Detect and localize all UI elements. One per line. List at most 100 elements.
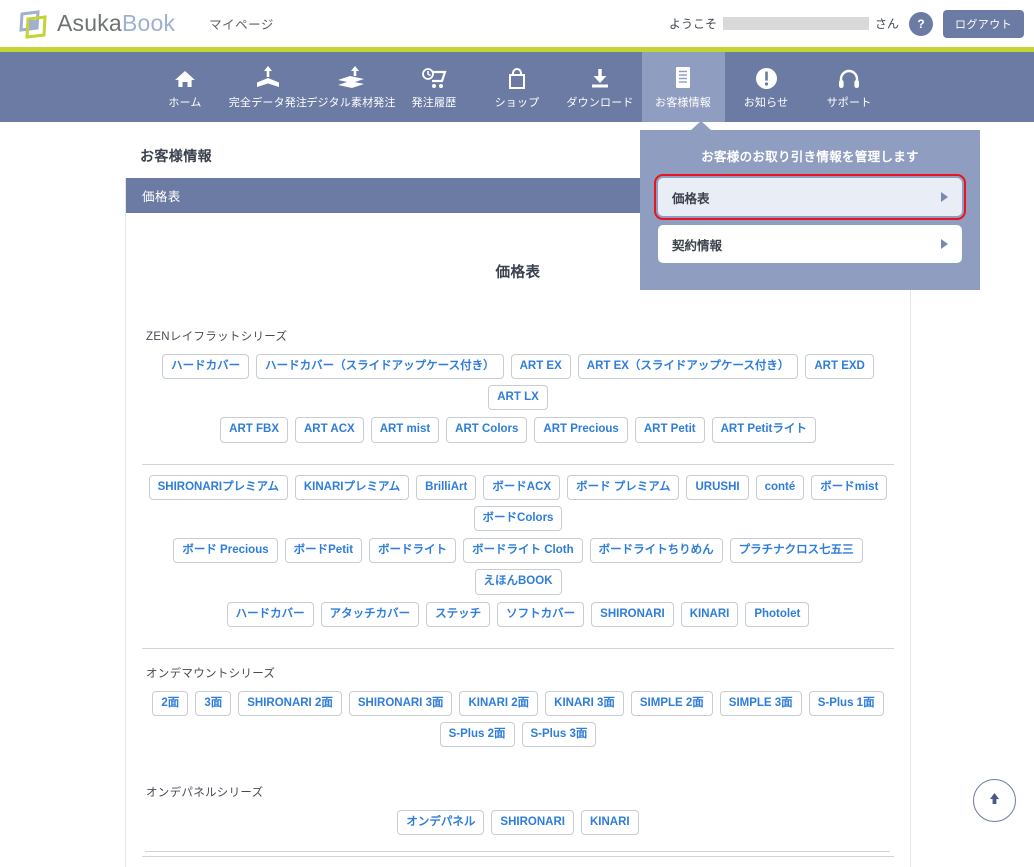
product-button[interactable]: アタッチカバー bbox=[321, 602, 420, 627]
nav-item-label: サポート bbox=[827, 94, 872, 110]
nav-item-label: ホーム bbox=[168, 94, 201, 110]
brand-logo[interactable]: AsukaBook bbox=[18, 9, 175, 39]
product-button-row: オンデパネル SHIRONARI KINARI bbox=[142, 810, 894, 835]
product-button[interactable]: KINARI 2面 bbox=[459, 691, 538, 716]
nav-item-4[interactable]: 発注履歴 bbox=[393, 52, 476, 122]
product-button[interactable]: ソフトカバー bbox=[497, 602, 584, 627]
product-button[interactable]: SHIRONARI 3面 bbox=[349, 691, 453, 716]
product-button[interactable]: ハードカバー（スライドアップケース付き） bbox=[256, 354, 503, 379]
product-button[interactable]: URUSHI bbox=[686, 475, 748, 500]
product-button[interactable]: SHIRONARI bbox=[591, 602, 674, 627]
product-group-3: オンデマウントシリーズ2面3面SHIRONARI 2面SHIRONARI 3面K… bbox=[142, 649, 894, 768]
product-button[interactable]: SIMPLE 3面 bbox=[720, 691, 802, 716]
nav-item-7[interactable]: お客様情報 bbox=[642, 52, 725, 122]
product-button[interactable]: ART mist bbox=[371, 417, 439, 442]
chevron-right-icon bbox=[941, 239, 948, 249]
dropdown-item-label: 契約情報 bbox=[672, 235, 722, 254]
book-upload-icon bbox=[254, 64, 282, 90]
welcome-message: ようこそ さん bbox=[669, 15, 899, 32]
product-button[interactable]: ART EXD bbox=[805, 354, 873, 379]
logout-button[interactable]: ログアウト bbox=[943, 10, 1024, 38]
nav-item-2[interactable]: 完全データ発注 bbox=[227, 52, 310, 122]
product-button[interactable]: SIMPLE 2面 bbox=[631, 691, 713, 716]
product-button[interactable]: ART Petit bbox=[635, 417, 705, 442]
product-button[interactable]: S-Plus 1面 bbox=[809, 691, 884, 716]
nav-item-label: 完全データ発注 bbox=[229, 94, 307, 110]
product-button[interactable]: SHIRONARIプレミアム bbox=[149, 475, 288, 500]
product-button[interactable]: 3面 bbox=[195, 691, 231, 716]
product-button[interactable]: S-Plus 2面 bbox=[440, 722, 515, 747]
product-button[interactable]: ボードライト bbox=[369, 538, 456, 563]
nav-item-label: ダウンロード bbox=[566, 94, 633, 110]
nav-item-label: お客様情報 bbox=[655, 94, 711, 110]
product-button[interactable]: ボードmist bbox=[811, 475, 887, 500]
product-button[interactable]: オンデパネル bbox=[397, 810, 484, 835]
product-button[interactable]: KINARI bbox=[681, 602, 739, 627]
nav-item-8[interactable]: お知らせ bbox=[725, 52, 808, 122]
product-group-1: ZENレイフラットシリーズハードカバーハードカバー（スライドアップケース付き） A… bbox=[142, 312, 894, 464]
product-button[interactable]: ART ACX bbox=[295, 417, 364, 442]
logo-wordmark: AsukaBook bbox=[57, 10, 175, 37]
product-button[interactable]: conté bbox=[756, 475, 805, 500]
product-button[interactable]: ボードPetit bbox=[285, 538, 362, 563]
product-button[interactable]: KINARI 3面 bbox=[545, 691, 624, 716]
product-button[interactable]: ART EX bbox=[511, 354, 571, 379]
product-button[interactable]: ボード プレミアム bbox=[567, 475, 679, 500]
mypage-link[interactable]: マイページ bbox=[209, 14, 274, 33]
nav-item-label: デジタル素材発注 bbox=[306, 94, 395, 110]
home-icon bbox=[173, 64, 197, 90]
download-icon bbox=[588, 64, 612, 90]
product-button[interactable]: ボードColors bbox=[474, 506, 563, 531]
product-button[interactable]: SHIRONARI 2面 bbox=[238, 691, 342, 716]
product-button[interactable]: SHIRONARI bbox=[491, 810, 574, 835]
welcome-prefix: ようこそ bbox=[669, 15, 717, 32]
nav-item-5[interactable]: ショップ bbox=[476, 52, 559, 122]
dropdown-item-price-list[interactable]: 価格表 bbox=[658, 178, 962, 216]
top-bar: AsukaBook マイページ ようこそ さん ? ログアウト bbox=[0, 0, 1034, 47]
product-button[interactable]: ボード Precious bbox=[173, 538, 277, 563]
dropdown-item-contract-info[interactable]: 契約情報 bbox=[658, 225, 962, 263]
nav-item-label: ショップ bbox=[495, 94, 540, 110]
product-group-label: ZENレイフラットシリーズ bbox=[146, 328, 894, 344]
product-button[interactable]: ART FBX bbox=[220, 417, 288, 442]
product-button[interactable]: ART Petitライト bbox=[712, 417, 816, 442]
product-button[interactable]: ハードカバー bbox=[227, 602, 314, 627]
product-button[interactable]: BrilliArt bbox=[416, 475, 476, 500]
product-button[interactable]: プラチナクロス七五三 bbox=[730, 538, 863, 563]
headset-icon bbox=[837, 64, 861, 90]
shopping-bag-icon bbox=[507, 64, 527, 90]
product-button[interactable]: KINARIプレミアム bbox=[295, 475, 409, 500]
nav-item-label: 発注履歴 bbox=[412, 94, 457, 110]
product-button[interactable]: ボードACX bbox=[483, 475, 560, 500]
product-button[interactable]: 2面 bbox=[152, 691, 188, 716]
product-group-label: オンデマウントシリーズ bbox=[146, 665, 894, 681]
product-groups: ZENレイフラットシリーズハードカバーハードカバー（スライドアップケース付き）A… bbox=[142, 312, 894, 867]
nav-item-3[interactable]: デジタル素材発注 bbox=[310, 52, 393, 122]
product-button-row: SHIRONARIプレミアム KINARIプレミアム BrilliArt ボードACX… bbox=[142, 475, 894, 531]
product-button[interactable]: ボードライトちりめん bbox=[590, 538, 723, 563]
product-button[interactable]: ART Colors bbox=[446, 417, 527, 442]
product-button[interactable]: Photolet bbox=[745, 602, 809, 627]
alert-icon bbox=[755, 64, 778, 90]
nav-item-label: お知らせ bbox=[744, 94, 789, 110]
product-button[interactable]: ステッチ bbox=[426, 602, 490, 627]
product-button[interactable]: えほんBOOK bbox=[475, 569, 562, 594]
product-button[interactable]: ART EX（スライドアップケース付き） bbox=[578, 354, 799, 379]
customer-info-dropdown: お客様のお取り引き情報を管理します 価格表 契約情報 bbox=[640, 130, 980, 290]
page-root: AsukaBook マイページ ようこそ さん ? ログアウト ホーム 完全データ… bbox=[0, 0, 1034, 867]
product-button[interactable]: ART LX bbox=[488, 385, 548, 410]
bottom-divider bbox=[145, 851, 890, 852]
nav-item-9[interactable]: サポート bbox=[808, 52, 891, 122]
product-button[interactable]: ボードライト Cloth bbox=[463, 538, 583, 563]
help-icon[interactable]: ? bbox=[909, 12, 933, 36]
product-button[interactable]: S-Plus 3面 bbox=[522, 722, 597, 747]
panel-body: 価格表 ZENレイフラットシリーズハードカバーハードカバー（スライドアップケース… bbox=[126, 213, 910, 867]
product-button[interactable]: KINARI bbox=[581, 810, 639, 835]
product-button[interactable]: ART Precious bbox=[534, 417, 627, 442]
scroll-to-top-button[interactable] bbox=[973, 779, 1016, 822]
product-button[interactable]: ハードカバー bbox=[162, 354, 249, 379]
nav-item-6[interactable]: ダウンロード bbox=[559, 52, 642, 122]
nav-item-1[interactable]: ホーム bbox=[144, 52, 227, 122]
chevron-right-icon bbox=[941, 192, 948, 202]
product-button-row: ボード Precious ボードPetit ボードライトボードライト Cloth ボー… bbox=[142, 538, 894, 594]
